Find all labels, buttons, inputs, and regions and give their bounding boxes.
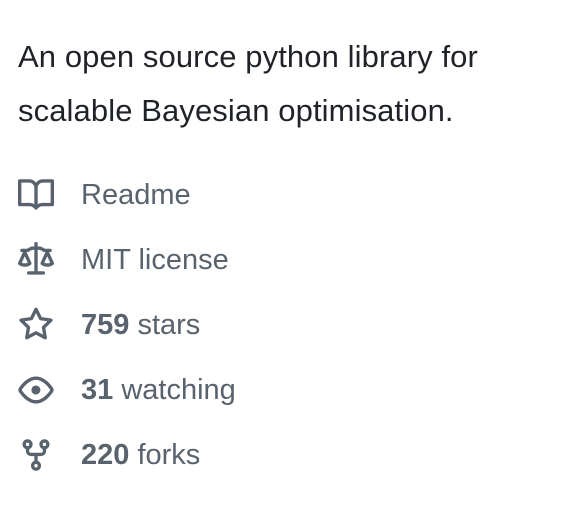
stars-link[interactable]: 759 stars <box>18 292 560 357</box>
eye-icon <box>18 372 54 408</box>
forks-link[interactable]: 220 forks <box>18 422 560 487</box>
stars-label: 759 stars <box>81 307 200 343</box>
repo-meta-list: Readme MIT license 759 stars 31 watching… <box>18 162 560 487</box>
forks-word: forks <box>137 438 201 471</box>
about-section: An open source python library for scalab… <box>0 0 578 528</box>
readme-label: Readme <box>81 178 191 211</box>
law-icon <box>18 241 54 278</box>
book-icon <box>18 177 54 213</box>
license-label: MIT license <box>81 243 229 276</box>
repo-description: An open source python library for scalab… <box>18 39 478 128</box>
license-link[interactable]: MIT license <box>18 227 560 292</box>
stars-word: stars <box>137 308 201 341</box>
readme-link[interactable]: Readme <box>18 162 560 227</box>
forks-label: 220 forks <box>81 437 200 473</box>
watching-word: watching <box>121 373 236 406</box>
watching-label: 31 watching <box>81 372 236 408</box>
stars-count: 759 <box>81 308 130 341</box>
watching-link[interactable]: 31 watching <box>18 357 560 422</box>
forks-count: 220 <box>81 438 130 471</box>
watching-count: 31 <box>81 373 114 406</box>
star-icon <box>18 307 54 343</box>
repo-forked-icon <box>18 437 54 473</box>
